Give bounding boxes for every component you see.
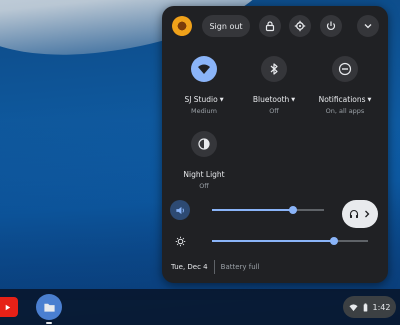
chevron-down-icon <box>364 24 372 29</box>
settings-button[interactable] <box>289 15 311 37</box>
brightness-slider-thumb[interactable] <box>329 237 338 245</box>
bluetooth-toggle[interactable] <box>261 56 287 82</box>
brightness-slider[interactable] <box>212 237 368 245</box>
night-light-status: Off <box>199 182 209 190</box>
do-not-disturb-icon <box>338 62 352 76</box>
notifications-label: Notifications <box>318 95 366 104</box>
youtube-app[interactable] <box>0 297 18 317</box>
gear-icon <box>294 20 306 32</box>
youtube-icon <box>5 304 10 310</box>
mute-button[interactable] <box>170 200 190 220</box>
sign-out-button[interactable]: Sign out <box>202 15 250 37</box>
shelf: 1:42 <box>0 289 400 325</box>
battery-status: Battery full <box>220 263 260 271</box>
brightness-slider-fill <box>212 240 334 242</box>
files-icon <box>43 303 55 312</box>
notifications-tile[interactable]: Notifications ▼ On, all apps <box>315 56 375 115</box>
volume-slider-fill <box>212 209 293 211</box>
brightness-slider-icon <box>170 231 190 251</box>
notifications-toggle[interactable] <box>332 56 358 82</box>
lock-icon <box>265 21 275 32</box>
quick-settings-panel: Sign out SJ Studio ▼ Medium Bluetooth ▼ … <box>162 6 388 283</box>
files-app[interactable] <box>36 294 62 320</box>
caret-down-icon: ▼ <box>219 96 224 103</box>
wifi-icon <box>198 64 210 74</box>
wifi-icon <box>348 303 358 311</box>
notifications-status: On, all apps <box>325 107 365 115</box>
wifi-network-label: SJ Studio <box>184 95 218 104</box>
collapse-button[interactable] <box>357 15 379 37</box>
audio-settings-button[interactable] <box>342 200 378 228</box>
battery-icon <box>363 302 367 312</box>
power-icon <box>326 21 336 30</box>
volume-slider[interactable] <box>212 206 324 214</box>
night-light-icon <box>198 138 210 150</box>
clock: 1:42 <box>372 302 391 312</box>
bluetooth-label: Bluetooth <box>252 95 290 104</box>
running-indicator <box>46 322 52 324</box>
night-light-toggle[interactable] <box>191 131 217 157</box>
wifi-tile[interactable]: SJ Studio ▼ Medium <box>174 56 234 115</box>
volume-icon <box>175 206 184 214</box>
power-button[interactable] <box>320 15 342 37</box>
headphones-icon <box>349 209 358 218</box>
brightness-icon <box>175 236 185 246</box>
footer-divider <box>213 260 215 274</box>
night-light-label: Night Light <box>183 170 225 179</box>
date-label[interactable]: Tue, Dec 4 <box>171 263 208 271</box>
bluetooth-icon <box>270 63 278 75</box>
status-area[interactable]: 1:42 <box>343 296 396 318</box>
caret-down-icon: ▼ <box>367 96 372 103</box>
wifi-toggle[interactable] <box>191 56 217 82</box>
quick-settings-footer: Tue, Dec 4 Battery full <box>171 258 260 276</box>
wifi-strength: Medium <box>191 107 217 115</box>
caret-down-icon: ▼ <box>291 96 296 103</box>
chevron-right-icon <box>364 210 369 218</box>
night-light-tile[interactable]: Night Light Off <box>174 131 234 190</box>
volume-slider-thumb[interactable] <box>288 206 297 214</box>
bluetooth-status: Off <box>269 107 279 115</box>
lock-button[interactable] <box>259 15 281 37</box>
bluetooth-tile[interactable]: Bluetooth ▼ Off <box>244 56 304 115</box>
user-avatar[interactable] <box>172 16 192 36</box>
